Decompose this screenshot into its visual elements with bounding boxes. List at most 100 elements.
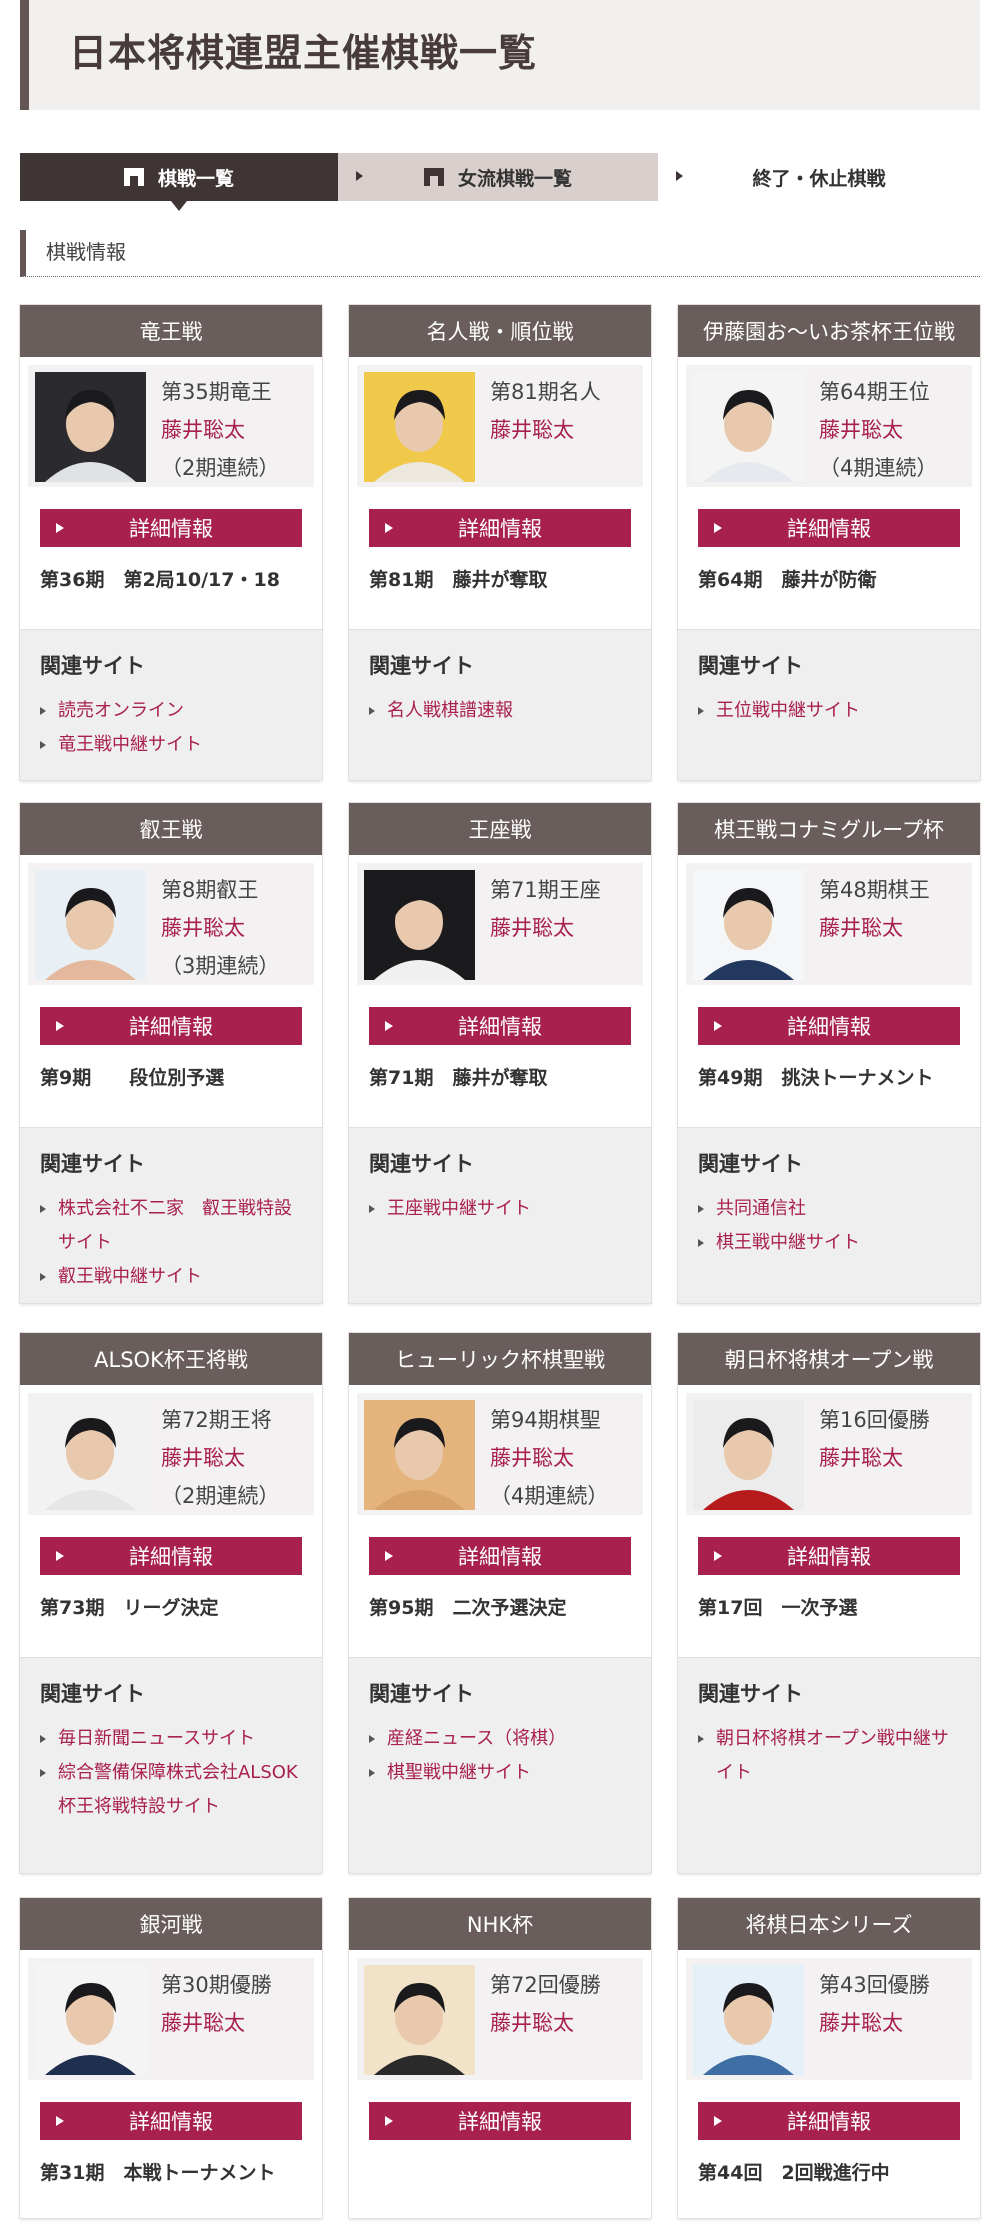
play-arrow-icon [714, 1021, 722, 1031]
kisen-title: ヒューリック杯棋聖戦 [349, 1333, 651, 1385]
kisen-card: 棋王戦コナミグループ杯 第48期棋王 藤井聡太 詳細情報 第49期 挑決トーナメント 関連… [678, 803, 980, 1303]
detail-info-button[interactable]: 詳細情報 [40, 1007, 302, 1045]
champion-name[interactable]: 藤井聡太 [490, 1439, 608, 1477]
related-site-link[interactable]: 綜合警備保障株式会社ALSOK杯王将戦特設サイト [40, 1756, 302, 1824]
champion-text: 第71期王座藤井聡太 [490, 871, 601, 947]
champion-name[interactable]: 藤井聡太 [819, 1439, 930, 1477]
kisen-title: 朝日杯将棋オープン戦 [678, 1333, 980, 1385]
house-icon [123, 168, 144, 186]
related-site-link[interactable]: 棋聖戦中継サイト [369, 1756, 631, 1790]
detail-info-label: 詳細情報 [787, 517, 871, 541]
champion-box: 第48期棋王藤井聡太 [686, 863, 972, 985]
kisen-card: 将棋日本シリーズ 第43回優勝 藤井聡太 詳細情報 第44回 2回戦進行中 [678, 1898, 980, 2218]
related-site-link[interactable]: 共同通信社 [698, 1192, 960, 1226]
champion-text: 第35期竜王 藤井聡太 （2期連続） [161, 373, 279, 487]
champion-streak: （2期連続） [161, 1484, 280, 1508]
related-site-link[interactable]: 棋王戦中継サイト [698, 1226, 960, 1260]
related-sites-title: 関連サイト [40, 1682, 145, 1706]
kisen-title: 将棋日本シリーズ [678, 1898, 980, 1950]
kisen-status: 第9期 段位別予選 [40, 1067, 225, 1089]
kisen-card: ALSOK杯王将戦 第72期王将 藤井聡太 （2期連続） 詳細情報 第73期 リーグ決定関… [20, 1333, 322, 1873]
detail-info-button[interactable]: 詳細情報 [369, 509, 631, 547]
champion-box: 第8期叡王 藤井聡太 （3期連続） [28, 863, 314, 985]
related-site-link[interactable]: 朝日杯将棋オープン戦中継サイト [698, 1722, 960, 1790]
tab-women-kisen-list[interactable]: 女流棋戦一覧 [338, 153, 658, 201]
champion-name[interactable]: 藤井聡太 [490, 411, 601, 449]
champion-box: 第71期王座藤井聡太 [357, 863, 643, 985]
champion-term: 第48期棋王 [819, 878, 930, 902]
play-arrow-icon [714, 2116, 722, 2126]
related-sites: 関連サイト 株式会社不二家 叡王戦特設サイト 叡王戦中継サイト [20, 1127, 322, 1303]
champion-box: 第16回優勝藤井聡太 [686, 1393, 972, 1515]
champion-name[interactable]: 藤井聡太 [161, 909, 279, 947]
champion-name[interactable]: 藤井聡太 [161, 411, 279, 449]
related-sites-title: 関連サイト [40, 654, 145, 678]
champion-term: 第16回優勝 [819, 1408, 930, 1432]
champion-term: 第72期王将 [161, 1408, 272, 1432]
related-site-link[interactable]: 王座戦中継サイト [369, 1192, 631, 1226]
detail-info-button[interactable]: 詳細情報 [40, 2102, 302, 2140]
related-site-link[interactable]: 株式会社不二家 叡王戦特設サイト [40, 1192, 302, 1260]
related-site-link[interactable]: 毎日新聞ニュースサイト [40, 1722, 302, 1756]
champion-box: 第72期王将藤井聡太 （2期連続） [28, 1393, 314, 1515]
related-site-link[interactable]: 名人戦棋譜速報 [369, 694, 631, 728]
champion-photo [364, 1965, 475, 2075]
related-site-link[interactable]: 叡王戦中継サイト [40, 1260, 302, 1294]
champion-streak: （2期連続） [161, 456, 280, 480]
champion-term: 第43回優勝 [819, 1973, 930, 1997]
detail-info-button[interactable]: 詳細情報 [698, 509, 960, 547]
detail-info-button[interactable]: 詳細情報 [698, 1007, 960, 1045]
play-arrow-icon [56, 1551, 64, 1561]
detail-info-button[interactable]: 詳細情報 [40, 509, 302, 547]
related-site-link[interactable]: 王位戦中継サイト [698, 694, 960, 728]
champion-text: 第16回優勝藤井聡太 [819, 1401, 930, 1477]
section-title: 棋戦情報 [20, 230, 980, 277]
champion-name[interactable]: 藤井聡太 [819, 909, 930, 947]
champion-name[interactable]: 藤井聡太 [161, 2004, 272, 2042]
kisen-card: ヒューリック杯棋聖戦 第94期棋聖 藤井聡太 （4期連続） 詳細情報 第95期 二次予選決… [349, 1333, 651, 1873]
play-arrow-icon [56, 1021, 64, 1031]
champion-name[interactable]: 藤井聡太 [819, 411, 937, 449]
champion-name[interactable]: 藤井聡太 [819, 2004, 930, 2042]
detail-info-button[interactable]: 詳細情報 [369, 1537, 631, 1575]
kisen-status: 第64期 藤井が防衛 [698, 569, 877, 591]
champion-photo [35, 870, 146, 980]
kisen-status: 第81期 藤井が奪取 [369, 569, 548, 591]
champion-streak: （4期連続） [819, 456, 938, 480]
detail-info-button[interactable]: 詳細情報 [698, 2102, 960, 2140]
detail-info-button[interactable]: 詳細情報 [369, 2102, 631, 2140]
champion-name[interactable]: 藤井聡太 [161, 1439, 279, 1477]
champion-name[interactable]: 藤井聡太 [490, 2004, 601, 2042]
detail-info-button[interactable]: 詳細情報 [698, 1537, 960, 1575]
kisen-status [349, 2140, 651, 2222]
play-arrow-icon [56, 2116, 64, 2126]
related-site-link[interactable]: 竜王戦中継サイト [40, 728, 302, 762]
detail-info-button[interactable]: 詳細情報 [369, 1007, 631, 1045]
related-site-link[interactable]: 産経ニュース（将棋） [369, 1722, 631, 1756]
champion-photo [364, 870, 475, 980]
champion-box: 第72回優勝藤井聡太 [357, 1958, 643, 2080]
champion-photo [364, 1400, 475, 1510]
related-sites: 関連サイト毎日新聞ニュースサイト 綜合警備保障株式会社ALSOK杯王将戦特設サイト [20, 1657, 322, 1873]
champion-photo [35, 1400, 146, 1510]
kisen-title: 伊藤園お～いお茶杯王位戦 [678, 305, 980, 357]
play-arrow-icon [56, 523, 64, 533]
kisen-title: 銀河戦 [20, 1898, 322, 1950]
tab-kisen-list[interactable]: 棋戦一覧 [20, 153, 338, 211]
champion-term: 第94期棋聖 [490, 1408, 601, 1432]
related-site-link[interactable]: 読売オンライン [40, 694, 302, 728]
champion-term: 第72回優勝 [490, 1973, 601, 1997]
detail-info-button[interactable]: 詳細情報 [40, 1537, 302, 1575]
champion-term: 第30期優勝 [161, 1973, 272, 1997]
related-sites: 関連サイト 共同通信社 棋王戦中継サイト [678, 1127, 980, 1303]
kisen-status: 第36期 第2局10/17・18 [40, 569, 280, 591]
kisen-status: 第31期 本戦トーナメント [40, 2162, 276, 2184]
tab-bar: 棋戦一覧 女流棋戦一覧 終了・休止棋戦 [20, 153, 980, 211]
play-arrow-icon [385, 523, 393, 533]
champion-name[interactable]: 藤井聡太 [490, 909, 601, 947]
champion-term: 第71期王座 [490, 878, 601, 902]
play-arrow-icon [385, 1551, 393, 1561]
related-sites: 関連サイト読売オンライン 竜王戦中継サイト [20, 629, 322, 780]
champion-text: 第43回優勝藤井聡太 [819, 1966, 930, 2042]
tab-ended-kisen[interactable]: 終了・休止棋戦 [658, 153, 980, 201]
